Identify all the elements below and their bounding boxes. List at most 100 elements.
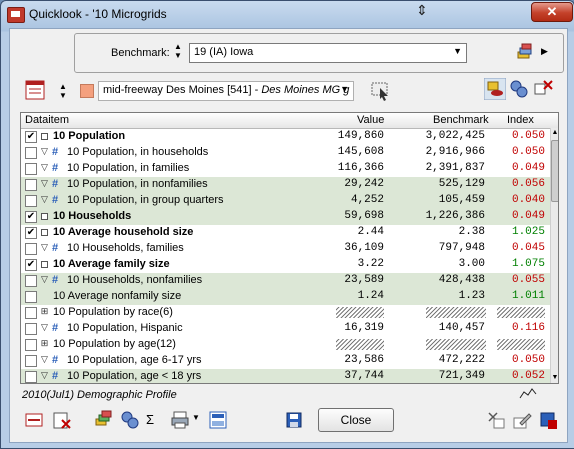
row-checkbox[interactable] <box>25 355 37 367</box>
row-checkbox[interactable] <box>25 179 37 191</box>
column-header-benchmark[interactable]: Benchmark <box>433 114 489 126</box>
bottom-toolbar: Σ ▼ Close <box>18 404 558 438</box>
scroll-down-arrow[interactable]: ▼ <box>551 373 558 383</box>
cell-benchmark: 2,916,966 <box>425 146 485 158</box>
cell-index: 0.049 <box>511 210 545 222</box>
table-row[interactable]: ⊞ 10 Population by age(12) <box>21 337 550 353</box>
print-icon[interactable] <box>170 410 190 430</box>
cell-index: 0.055 <box>511 274 545 286</box>
row-checkbox[interactable] <box>25 163 37 175</box>
numeric-item-icon: # <box>52 178 59 190</box>
table-row[interactable]: ▽ #10 Population, in families 116,366 2,391… <box>21 161 550 177</box>
expand-toggle-icon[interactable]: ▽ <box>40 179 49 188</box>
value-hatch <box>336 339 384 350</box>
cell-index: 0.049 <box>511 162 545 174</box>
grid-header: Dataitem Value Benchmark Index <box>21 113 558 129</box>
table-row[interactable]: ▽ #10 Population, age < 18 yrs 37,744 721,3… <box>21 369 550 383</box>
row-label: 10 Average household size <box>53 226 194 238</box>
table-row[interactable]: ▽ #10 Households, nonfamilies 23,589 428,43… <box>21 273 550 289</box>
column-header-item[interactable]: Dataitem <box>25 114 69 126</box>
table-row[interactable]: ▽ #10 Households, families 36,109 797,948 0.… <box>21 241 550 257</box>
expand-toggle-icon[interactable]: ▽ <box>40 163 49 172</box>
save-icon[interactable] <box>284 410 304 430</box>
row-checkbox[interactable] <box>25 339 37 351</box>
row-checkbox[interactable]: ✔ <box>25 211 37 223</box>
map-cursor-icon[interactable] <box>370 80 392 102</box>
window-title: Quicklook - '10 Microgrids <box>29 7 167 21</box>
expand-toggle-icon[interactable]: ▽ <box>40 355 49 364</box>
header-item-icon <box>41 229 48 236</box>
cell-value: 37,744 <box>344 370 384 382</box>
benchmark-select[interactable]: 19 (IA) Iowa ▼ <box>189 43 467 63</box>
cell-index: 1.075 <box>511 258 545 270</box>
row-checkbox[interactable]: ✔ <box>25 227 37 239</box>
expand-toggle-icon[interactable]: ▽ <box>40 323 49 332</box>
table-row[interactable]: 10 Average nonfamily size 1.24 1.23 1.011 <box>21 289 550 305</box>
sum-icon[interactable]: Σ <box>146 412 166 432</box>
expand-toggle-icon[interactable]: ▽ <box>40 275 49 284</box>
row-label: 10 Population by age(12) <box>53 338 176 350</box>
column-header-value[interactable]: Value <box>357 114 384 126</box>
row-checkbox[interactable] <box>25 195 37 207</box>
export-icon[interactable] <box>208 410 228 430</box>
cell-benchmark: 721,349 <box>438 370 485 382</box>
table-row[interactable]: ▽ #10 Population, Hispanic 16,319 140,457 0.… <box>21 321 550 337</box>
row-label: 10 Population, in households <box>67 146 209 158</box>
row-checkbox[interactable] <box>25 275 37 287</box>
geography-select[interactable]: mid-freeway Des Moines [541] - Des Moine… <box>98 81 354 101</box>
table-row[interactable]: ▽ #10 Population, in households 145,608 2,9… <box>21 145 550 161</box>
table-row[interactable]: ✔ 10 Average family size 3.22 3.00 1.075 <box>21 257 550 273</box>
table-row[interactable]: ⊞ 10 Population by race(6) <box>21 305 550 321</box>
row-checkbox[interactable]: ✔ <box>25 259 37 271</box>
row-checkbox[interactable] <box>25 307 37 319</box>
column-header-index[interactable]: Index <box>507 114 534 126</box>
table-row[interactable]: ▽ #10 Population, in group quarters 4,252 1… <box>21 193 550 209</box>
table-row[interactable]: ✔ 10 Average household size 2.44 2.38 1.025 <box>21 225 550 241</box>
remove-items-icon[interactable] <box>532 78 554 100</box>
options-icon[interactable] <box>120 410 140 430</box>
benchmark-spinner[interactable]: ▲ ▼ <box>173 42 183 60</box>
row-checkbox[interactable] <box>25 323 37 335</box>
row-checkbox[interactable] <box>25 291 37 303</box>
settings-icon[interactable] <box>508 78 530 100</box>
layers-icon[interactable] <box>94 410 114 430</box>
title-bar[interactable]: Quicklook - '10 Microgrids ⇕ ✕ <box>1 1 574 27</box>
table-row[interactable]: ▽ #10 Population, age 6-17 yrs 23,586 472,2… <box>21 353 550 369</box>
expand-toggle-icon[interactable]: ▽ <box>40 147 49 156</box>
geography-stack-icon[interactable] <box>515 42 537 64</box>
row-label: 10 Population, in nonfamilies <box>67 178 208 190</box>
row-checkbox[interactable] <box>25 371 37 383</box>
row-checkbox[interactable]: ✔ <box>25 131 37 143</box>
expand-toggle-icon[interactable]: ▽ <box>40 195 49 204</box>
expand-toggle-icon[interactable]: ▽ <box>40 371 49 380</box>
group-expand-icon[interactable]: ⊞ <box>40 307 49 316</box>
group-expand-icon[interactable]: ⊞ <box>40 339 49 348</box>
window-close-button[interactable]: ✕ <box>531 2 573 22</box>
expand-toggle-icon[interactable]: ▽ <box>40 243 49 252</box>
cell-value: 23,589 <box>344 274 384 286</box>
cell-value: 3.22 <box>357 258 384 270</box>
row-checkbox[interactable] <box>25 147 37 159</box>
app-icon <box>7 7 25 23</box>
save-close-icon[interactable] <box>538 410 558 430</box>
chevron-right-icon[interactable]: ▶ <box>541 46 548 57</box>
geography-spinner[interactable]: ▲ ▼ <box>58 82 68 100</box>
edit-icon[interactable] <box>512 410 532 430</box>
numeric-item-icon: # <box>52 146 59 158</box>
database-icon[interactable] <box>484 78 506 100</box>
row-checkbox[interactable] <box>25 243 37 255</box>
report-icon[interactable] <box>24 79 46 101</box>
scroll-up-arrow[interactable]: ▲ <box>551 128 558 138</box>
uncheck-all-icon[interactable] <box>24 410 44 430</box>
scroll-thumb[interactable] <box>551 140 558 202</box>
close-button[interactable]: Close <box>318 408 394 432</box>
table-row[interactable]: ✔ 10 Population 149,860 3,022,425 0.050 <box>21 129 550 145</box>
row-label: 10 Average nonfamily size <box>53 290 182 302</box>
clear-list-icon[interactable] <box>52 410 72 430</box>
numeric-item-icon: # <box>52 322 59 334</box>
delete-item-icon[interactable] <box>486 410 506 430</box>
table-row[interactable]: ▽ #10 Population, in nonfamilies 29,242 525… <box>21 177 550 193</box>
table-row[interactable]: ✔ 10 Households 59,698 1,226,386 0.049 <box>21 209 550 225</box>
cell-index: 0.050 <box>511 146 545 158</box>
vertical-scrollbar[interactable]: ▲ ▼ <box>550 128 558 383</box>
